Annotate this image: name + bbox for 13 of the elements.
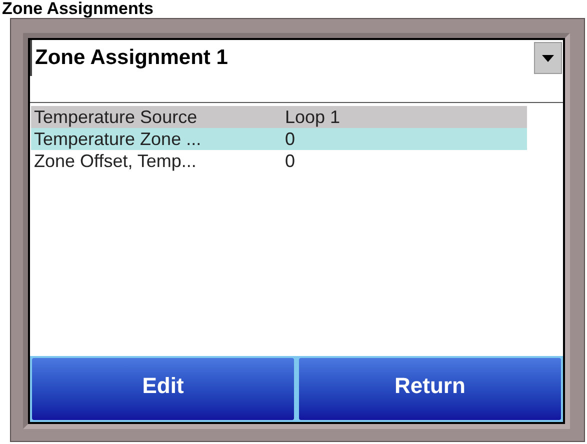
row-value: 0: [285, 150, 296, 172]
row-value: Loop 1: [285, 106, 340, 129]
action-button[interactable]: Return: [299, 358, 561, 420]
row-value: 0: [285, 128, 296, 150]
action-button[interactable]: Edit: [32, 358, 294, 420]
page-title: Zone Assignments: [2, 0, 154, 18]
row-label: Temperature Zone ...: [33, 128, 202, 151]
dropdown-caret-icon[interactable]: [534, 42, 562, 74]
row-label: Zone Offset, Temp...: [33, 150, 198, 173]
zone-dropdown[interactable]: Zone Assignment 1: [30, 40, 563, 76]
list-row[interactable]: Temperature Source Loop 1: [31, 106, 527, 128]
list-row[interactable]: Temperature Zone ... 0: [31, 128, 527, 150]
row-label: Temperature Source: [33, 106, 198, 129]
